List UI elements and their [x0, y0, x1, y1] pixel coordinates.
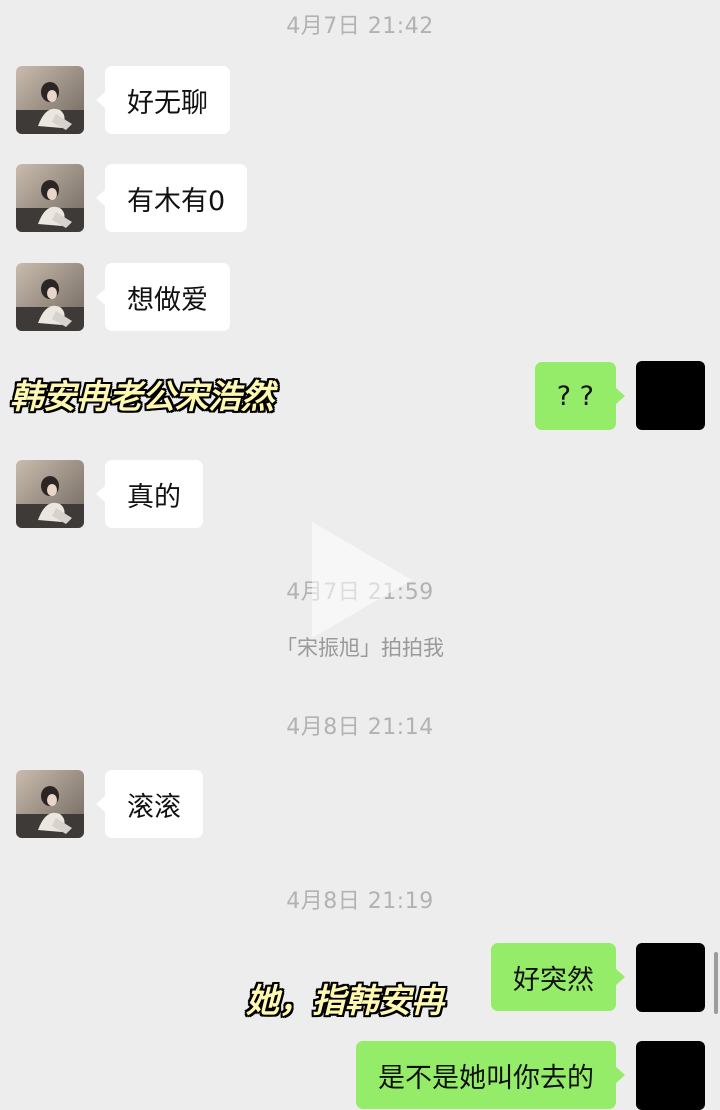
contact-avatar[interactable] [16, 263, 84, 331]
message-bubble-sent[interactable]: 好突然 [491, 943, 625, 1011]
timestamp: 4月7日 21:42 [286, 14, 434, 39]
message-bubble-received[interactable]: 滚滚 [96, 770, 203, 838]
contact-avatar[interactable] [16, 770, 84, 838]
system-message: 「宋振旭」拍拍我 [276, 636, 444, 660]
timestamp: 4月8日 21:14 [286, 715, 434, 740]
contact-avatar[interactable] [16, 460, 84, 528]
message-bubble-received[interactable]: 想做爱 [96, 263, 230, 331]
message-bubble-sent[interactable]: ? ? [534, 362, 626, 430]
contact-avatar[interactable] [16, 66, 84, 134]
timestamp: 4月8日 21:19 [286, 889, 434, 914]
play-icon[interactable] [312, 522, 412, 638]
video-caption: 她，指韩安冉 [246, 981, 444, 1020]
self-avatar[interactable] [636, 1041, 705, 1110]
message-bubble-received[interactable]: 有木有0 [95, 164, 248, 232]
scrollbar[interactable] [714, 952, 718, 1014]
video-caption: 韩安冉老公宋浩然 [10, 377, 274, 416]
contact-avatar[interactable] [16, 164, 84, 232]
self-avatar[interactable] [636, 361, 705, 430]
message-bubble-received[interactable]: 好无聊 [96, 66, 230, 134]
self-avatar[interactable] [636, 943, 705, 1012]
message-bubble-sent[interactable]: 是不是她叫你去的 [356, 1041, 625, 1109]
message-bubble-received[interactable]: 真的 [96, 460, 203, 528]
